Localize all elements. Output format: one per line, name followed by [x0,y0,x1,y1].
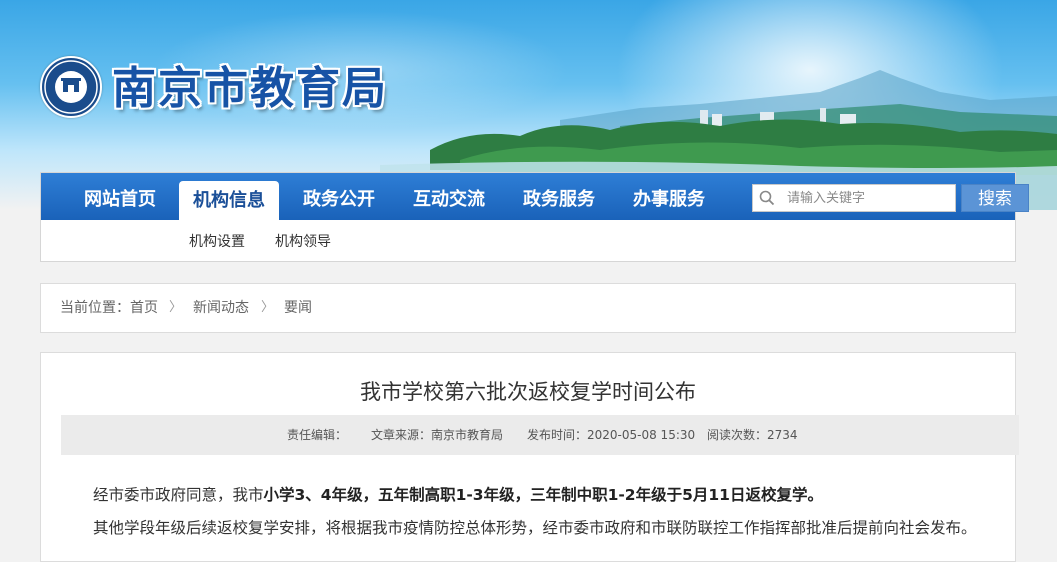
breadcrumb-item-news[interactable]: 新闻动态 [193,284,249,332]
breadcrumb-item-home[interactable]: 首页 [130,284,158,332]
article-title: 我市学校第六批次返校复学时间公布 [360,380,696,404]
search-button[interactable]: 搜索 [961,184,1029,212]
search-input[interactable] [787,186,952,210]
article-panel: 我市学校第六批次返校复学时间公布 责任编辑： 文章来源：南京市教育局 发布时间：… [40,352,1019,562]
school-logo-icon[interactable] [40,56,102,118]
nav-item-online-services[interactable]: 办事服务 [619,173,719,220]
breadcrumb-separator: 〉 [169,300,183,315]
article-paragraph: 其他学段年级后续返校复学安排，将根据我市疫情防控总体形势，经市委市政府和市联防联… [93,519,977,537]
subnav-item-org-setup[interactable]: 机构设置 [189,231,245,251]
site-title[interactable]: 南京市教育局 [112,52,388,116]
paragraph-bold-text: 小学3、4年级，五年制高职1-3年级，三年制中职1-2年级于5月11日返校复学。 [263,486,823,504]
article-meta: 责任编辑： 文章来源：南京市教育局 发布时间：2020-05-08 15:30 … [61,415,1019,455]
subnav-item-leadership[interactable]: 机构领导 [275,231,331,251]
nav-item-government-services[interactable]: 政务服务 [509,173,609,220]
meta-source: 文章来源：南京市教育局 [371,428,504,442]
meta-publish-time: 发布时间：2020-05-08 15:30 [527,428,696,442]
breadcrumb-separator: 〉 [261,300,275,315]
nav-item-interaction[interactable]: 互动交流 [399,173,499,220]
nav-item-government-affairs[interactable]: 政务公开 [289,173,389,220]
nav-item-home[interactable]: 网站首页 [67,173,173,220]
nav-item-institution-info[interactable]: 机构信息 [179,181,279,220]
search-box [752,184,956,212]
nav-bar: 网站首页 机构信息 政务公开 互动交流 政务服务 办事服务 搜索 [41,173,1029,220]
breadcrumb-item-headlines[interactable]: 要闻 [284,284,312,332]
meta-editor: 责任编辑： [287,428,348,442]
article-paragraph: 经市委市政府同意，我市小学3、4年级，五年制高职1-3年级，三年制中职1-2年级… [93,483,823,505]
main-navigation: 网站首页 机构信息 政务公开 互动交流 政务服务 办事服务 搜索 机构设置 机构… [40,172,1029,262]
breadcrumb: 当前位置： 首页 〉 新闻动态 〉 要闻 [40,283,1016,333]
meta-views: 阅读次数：2734 [707,428,798,442]
paragraph-text: 经市委市政府同意，我市 [93,486,264,504]
search-icon [759,190,775,206]
breadcrumb-prefix: 当前位置： [60,300,130,316]
